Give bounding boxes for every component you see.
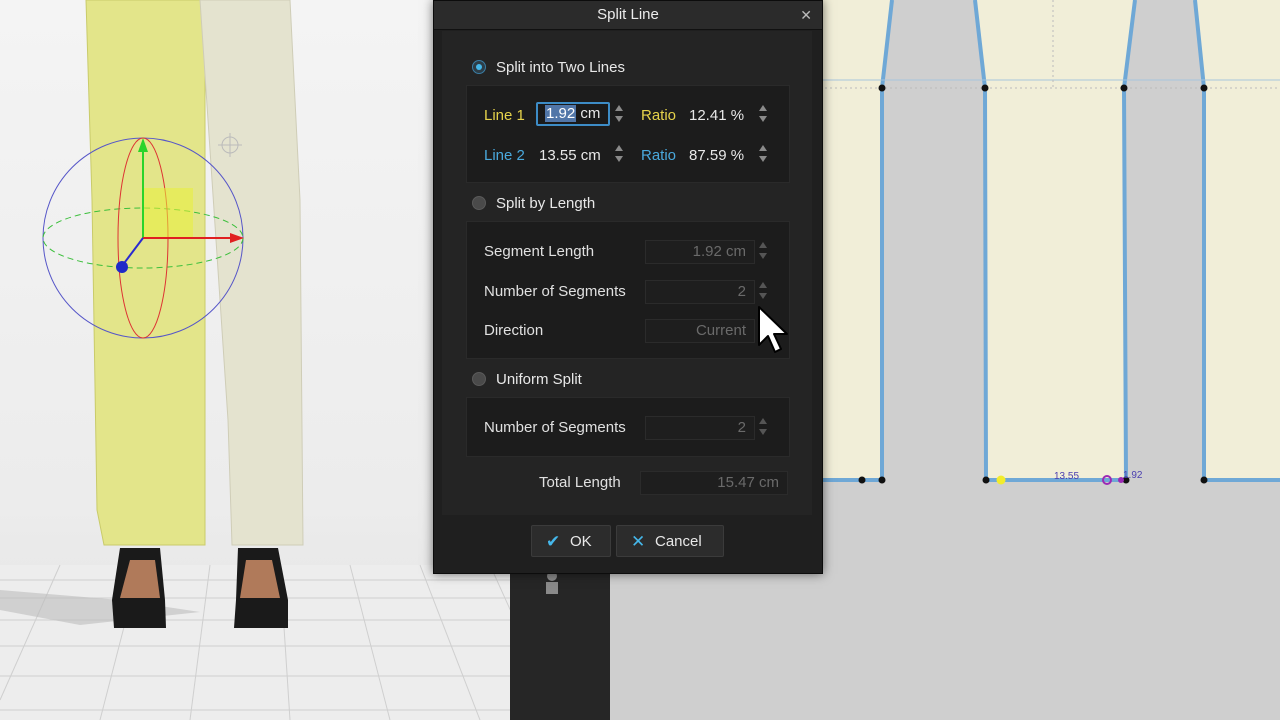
line1-length-input[interactable]: 1.92 cm bbox=[536, 102, 610, 126]
total-length-value: 15.47 cm bbox=[640, 471, 788, 495]
measure-label-left: 13.55 bbox=[1054, 471, 1079, 482]
num-segments-input[interactable]: 2 bbox=[645, 280, 755, 304]
measure-label-right: 1.92 bbox=[1123, 470, 1143, 481]
ratio2-label: Ratio bbox=[641, 147, 677, 164]
segment-length-input[interactable]: 1.92 cm bbox=[645, 240, 755, 264]
dialog-titlebar[interactable]: Split Line ✕ bbox=[434, 1, 822, 30]
direction-select[interactable]: Current bbox=[645, 319, 755, 343]
radio-button[interactable] bbox=[472, 372, 486, 386]
line2-spinner[interactable] bbox=[613, 142, 625, 166]
radio-button-selected[interactable] bbox=[472, 60, 486, 74]
ratio1-input[interactable]: 12.41 % bbox=[689, 104, 744, 128]
line1-label: Line 1 bbox=[484, 107, 525, 124]
ok-button[interactable]: ✔ OK bbox=[531, 525, 611, 557]
pattern-piece-center bbox=[975, 0, 1135, 480]
segment-length-label: Segment Length bbox=[484, 243, 595, 260]
num-segments-spinner[interactable] bbox=[757, 279, 769, 303]
radio-button[interactable] bbox=[472, 196, 486, 210]
uniform-num-segments-label: Number of Segments bbox=[484, 419, 626, 436]
split-line-dialog: Split Line ✕ Split into Two Lines Line 1… bbox=[433, 0, 823, 574]
close-icon[interactable]: ✕ bbox=[800, 1, 812, 29]
direction-label: Direction bbox=[484, 322, 544, 339]
pattern-piece-right bbox=[1195, 0, 1280, 480]
pant-leg-left bbox=[85, 0, 206, 546]
line1-spinner[interactable] bbox=[613, 102, 625, 126]
total-length-label: Total Length bbox=[539, 474, 621, 491]
uniform-num-segments-input[interactable]: 2 bbox=[645, 416, 755, 440]
segment-length-spinner[interactable] bbox=[757, 239, 769, 263]
uniform-num-segments-spinner[interactable] bbox=[757, 415, 769, 439]
cancel-button[interactable]: ✕ Cancel bbox=[616, 525, 724, 557]
num-segments-label: Number of Segments bbox=[484, 283, 626, 300]
ratio2-spinner[interactable] bbox=[757, 142, 769, 166]
mouse-pointer-icon bbox=[758, 306, 788, 353]
line2-length-input[interactable]: 13.55 cm bbox=[539, 144, 601, 168]
dialog-body: Split into Two Lines Line 1 1.92 cm Rati… bbox=[442, 31, 812, 515]
split-by-length-group: Segment Length 1.92 cm Number of Segment… bbox=[466, 221, 790, 359]
split-two-lines-group: Line 1 1.92 cm Ratio 12.41 % Line 2 13.5… bbox=[466, 85, 790, 183]
line2-label: Line 2 bbox=[484, 147, 525, 164]
check-icon: ✔ bbox=[546, 532, 561, 551]
cancel-x-icon: ✕ bbox=[631, 532, 646, 551]
ratio2-input[interactable]: 87.59 % bbox=[689, 144, 744, 168]
ratio1-spinner[interactable] bbox=[757, 102, 769, 126]
split-point-marker bbox=[996, 475, 1006, 485]
ratio1-label: Ratio bbox=[641, 107, 677, 124]
pant-leg-right bbox=[199, 0, 304, 546]
dialog-title: Split Line bbox=[597, 6, 659, 23]
uniform-split-group: Number of Segments 2 bbox=[466, 397, 790, 457]
